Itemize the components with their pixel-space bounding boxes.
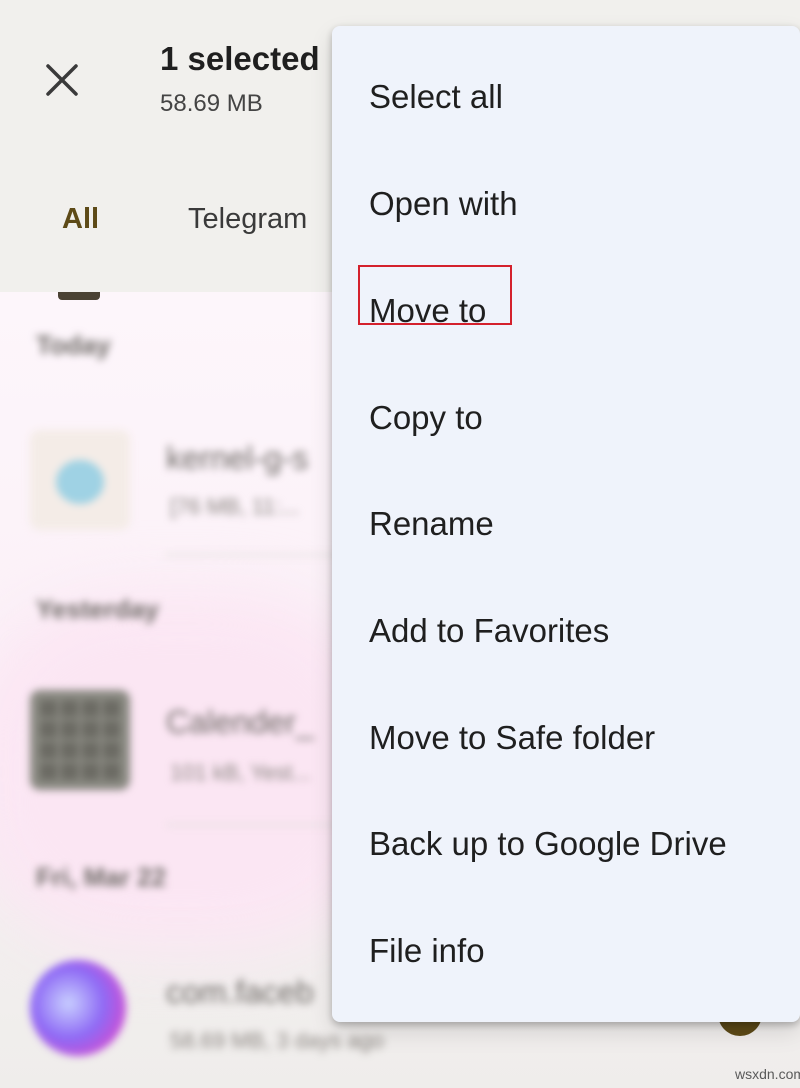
file-thumbnail-doc	[30, 430, 130, 530]
close-icon	[46, 64, 78, 96]
file-meta: 101 kB, Yest...	[170, 760, 311, 785]
file-meta: [76 MB, 11:...	[170, 494, 300, 519]
menu-item-label: Back up to Google Drive	[369, 825, 727, 862]
menu-item-copy-to[interactable]: Copy to	[332, 365, 800, 471]
menu-item-rename[interactable]: Rename	[332, 471, 800, 577]
selection-size: 58.69 MB	[160, 90, 263, 117]
menu-item-label: Copy to	[369, 399, 483, 436]
menu-item-back-up-to-drive[interactable]: Back up to Google Drive	[332, 791, 800, 897]
folder-icon	[58, 292, 100, 300]
file-meta: 58.69 MB, 3 days ago	[170, 1028, 385, 1053]
menu-item-move-to[interactable]: Move to	[332, 258, 800, 364]
overflow-menu: Select all Open with Move to Copy to Ren…	[332, 26, 800, 1022]
group-heading-today: Today	[36, 330, 111, 360]
group-heading-yesterday: Yesterday	[36, 594, 159, 624]
menu-item-open-with[interactable]: Open with	[332, 151, 800, 257]
close-selection-button[interactable]	[38, 56, 86, 104]
menu-item-move-to-safe-folder[interactable]: Move to Safe folder	[332, 685, 800, 791]
tab-telegram[interactable]: Telegram	[188, 203, 307, 236]
menu-item-label: Select all	[369, 78, 503, 115]
selection-count: 1 selected	[160, 40, 320, 77]
file-name[interactable]: kernel-g-s	[166, 440, 308, 477]
app-icon	[30, 960, 126, 1056]
menu-item-label: Move to	[369, 292, 487, 329]
file-name[interactable]: Calender_	[166, 704, 314, 741]
menu-item-label: Rename	[369, 505, 494, 542]
menu-item-label: Move to Safe folder	[369, 719, 656, 756]
group-heading-date: Fri, Mar 22	[36, 862, 167, 892]
file-thumbnail-image	[30, 690, 130, 790]
watermark: wsxdn.com	[735, 1066, 800, 1082]
menu-item-select-all[interactable]: Select all	[332, 44, 800, 150]
menu-item-label: Open with	[369, 185, 518, 222]
file-name[interactable]: com.faceb	[166, 974, 314, 1011]
menu-item-label: File info	[369, 932, 485, 969]
menu-item-label: Add to Favorites	[369, 612, 610, 649]
tab-all[interactable]: All	[62, 203, 99, 236]
menu-item-add-to-favorites[interactable]: Add to Favorites	[332, 578, 800, 684]
menu-item-file-info[interactable]: File info	[332, 898, 800, 1004]
